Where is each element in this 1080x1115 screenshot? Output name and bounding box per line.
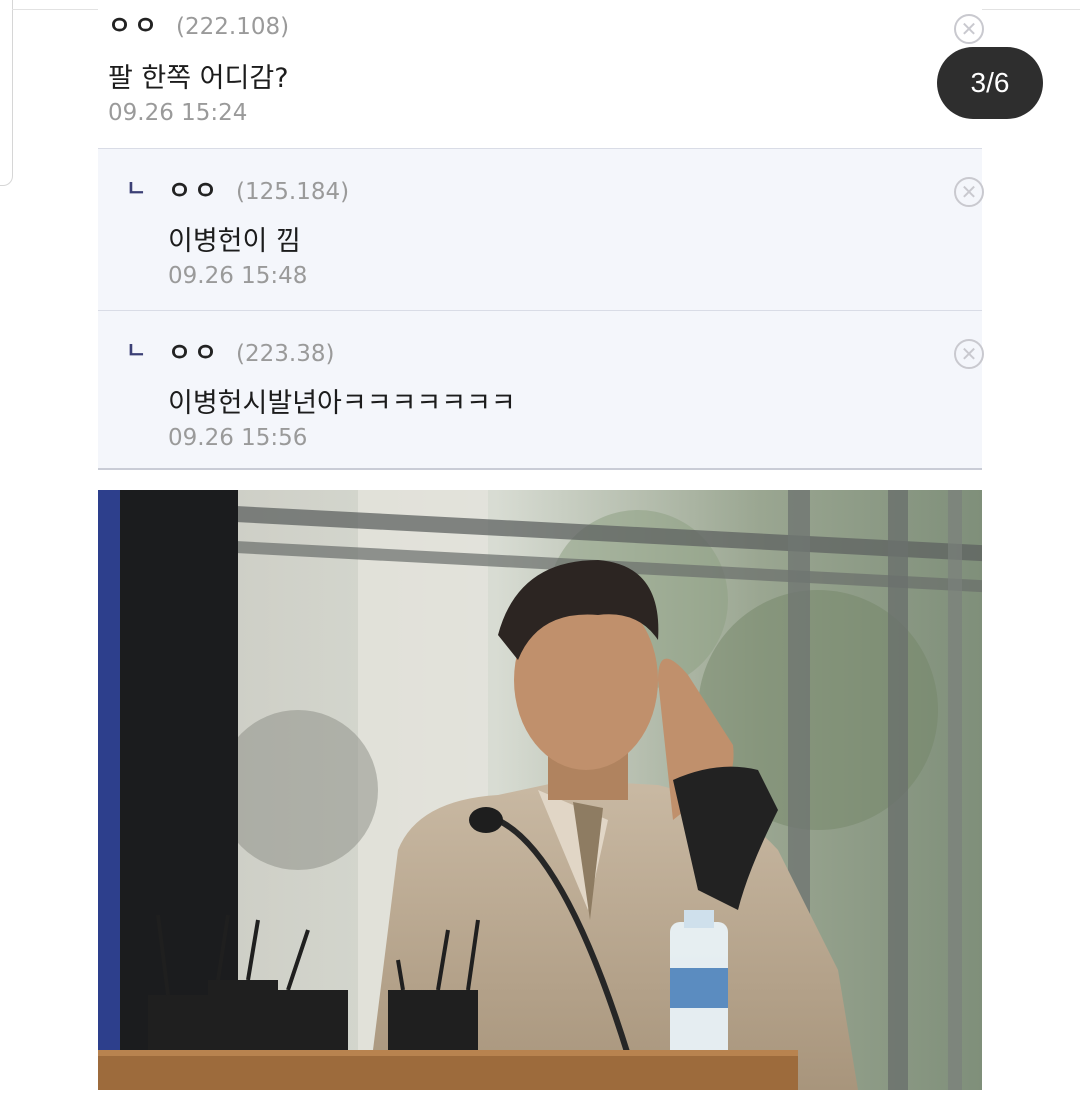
comment-nickname: ㅇㅇ [108, 11, 161, 40]
comment-text: 팔 한쪽 어디감? [108, 63, 289, 94]
image-counter-badge: 3/6 [937, 47, 1043, 119]
comment-ip: (222.108) [176, 14, 290, 40]
reply-text: 이병헌이 낌 [168, 226, 301, 257]
comment-thread: ㅇㅇ (222.108) 팔 한쪽 어디감? 09.26 15:24 ✕ ㄴ ㅇ… [98, 0, 984, 470]
left-edge-frame [0, 0, 13, 186]
reply-arrow-icon: ㄴ [126, 177, 147, 202]
reply-item: ㄴ ㅇㅇ (223.38) 이병헌시발년아ㅋㅋㅋㅋㅋㅋㅋ 09.26 15:56… [98, 310, 984, 470]
reply-arrow-icon: ㄴ [126, 339, 147, 364]
reply-nickname: ㅇㅇ [168, 176, 221, 205]
reply-author-row: ㅇㅇ (223.38) [168, 333, 334, 369]
reply-author-row: ㅇㅇ (125.184) [168, 171, 349, 207]
comment-author-row: ㅇㅇ (222.108) [108, 6, 289, 42]
comment-item: ㅇㅇ (222.108) 팔 한쪽 어디감? 09.26 15:24 ✕ [98, 0, 984, 148]
reply-date: 09.26 15:48 [168, 263, 308, 289]
reply-ip: (223.38) [236, 341, 335, 367]
close-circle-icon[interactable]: ✕ [954, 339, 984, 369]
reply-ip: (125.184) [236, 179, 350, 205]
reply-nickname: ㅇㅇ [168, 338, 221, 367]
reply-date: 09.26 15:56 [168, 425, 308, 451]
photo-podium-speaker [98, 490, 982, 1090]
close-circle-icon[interactable]: ✕ [954, 177, 984, 207]
comment-date: 09.26 15:24 [108, 100, 248, 126]
reply-text: 이병헌시발년아ㅋㅋㅋㅋㅋㅋㅋ [168, 388, 516, 419]
close-circle-icon[interactable]: ✕ [954, 14, 984, 44]
reply-item: ㄴ ㅇㅇ (125.184) 이병헌이 낌 09.26 15:48 ✕ [98, 148, 984, 310]
